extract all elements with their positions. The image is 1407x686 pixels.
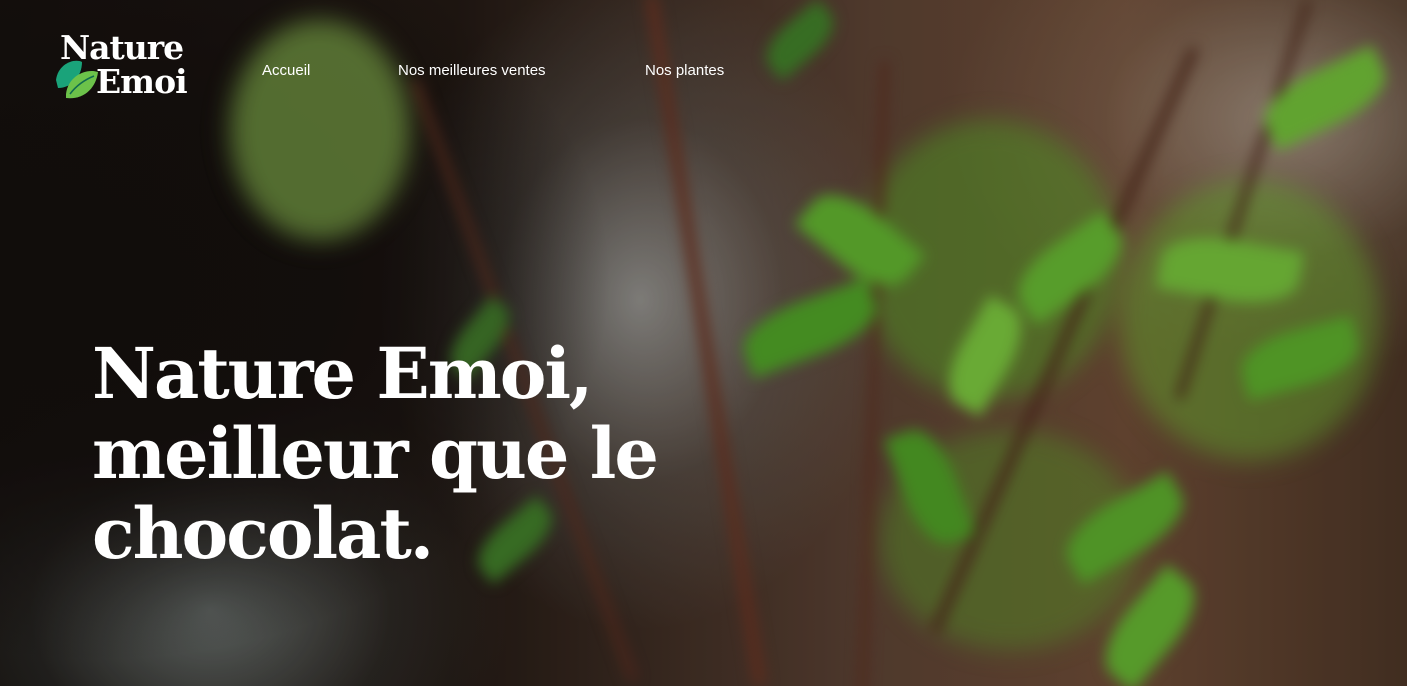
nav-link-meilleures-ventes[interactable]: Nos meilleures ventes [398,61,546,81]
hero-headline: Nature Emoi, meilleur que le chocolat. [92,332,659,575]
nav-link-nos-plantes[interactable]: Nos plantes [645,61,724,81]
logo-text-line2: Emoi [96,62,188,101]
hero-headline-line: chocolat. [92,492,434,575]
hero-headline-line: Nature Emoi, [92,332,593,415]
brand-logo[interactable]: Nature Emoi [52,30,212,106]
logo-text-line1: Nature [60,28,184,67]
nav-link-accueil[interactable]: Accueil [262,61,310,81]
hero-headline-line: meilleur que le [92,412,659,495]
site-header: Nature Emoi Accueil Nos meilleures vente… [0,0,1407,110]
